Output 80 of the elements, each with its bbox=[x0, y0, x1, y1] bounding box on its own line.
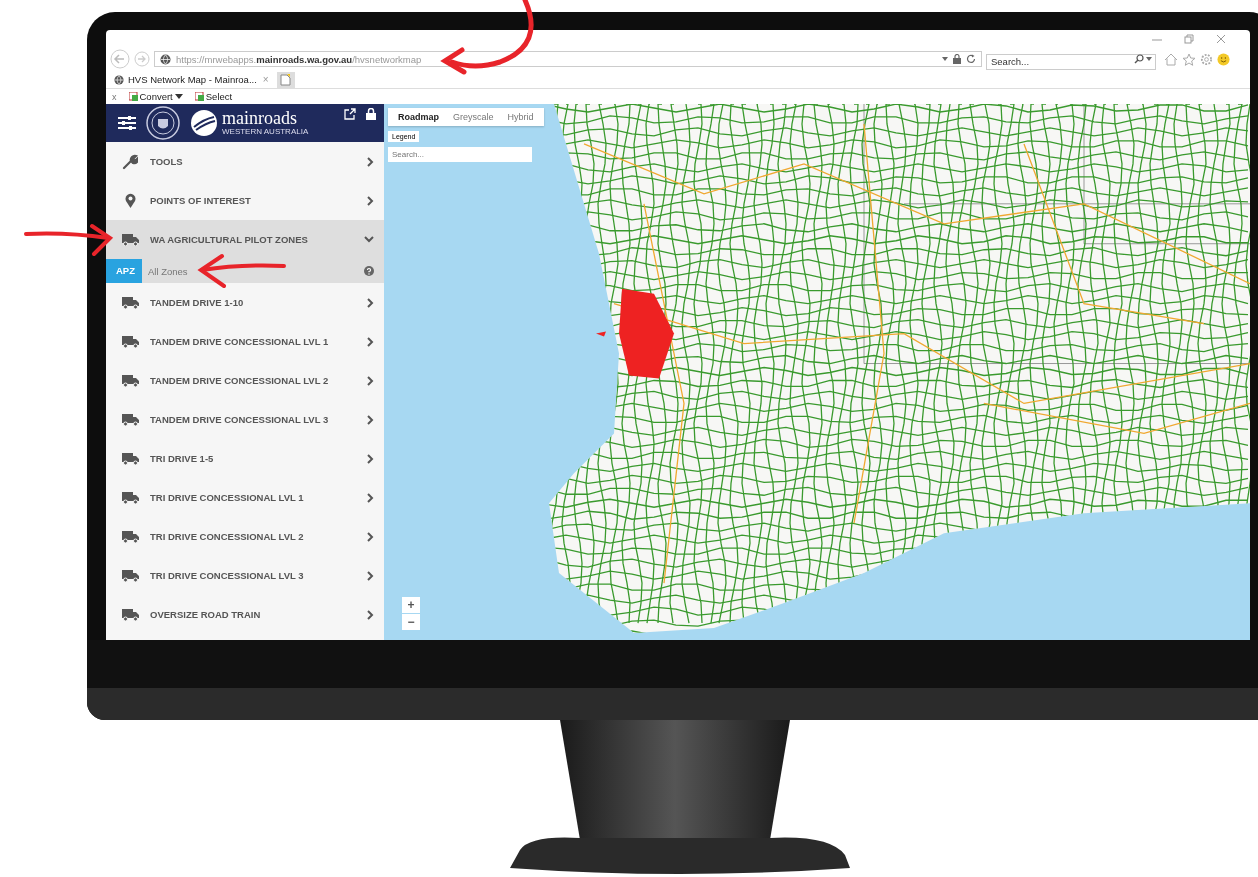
chevron-right-icon bbox=[367, 453, 374, 464]
command-button[interactable]: Convert bbox=[128, 91, 183, 102]
chevron-right-icon bbox=[367, 297, 374, 308]
pin-icon bbox=[124, 193, 136, 208]
map-search-field[interactable]: Search... bbox=[388, 147, 532, 162]
address-bar[interactable]: https://mrwebapps.mainroads.wa.gov.au/hvsnetworkmap bbox=[154, 51, 982, 67]
close-icon[interactable] bbox=[1216, 34, 1226, 44]
truck-icon bbox=[121, 452, 139, 465]
page-icon bbox=[280, 74, 292, 86]
chevron-right-icon bbox=[367, 531, 374, 542]
truck-icon bbox=[121, 233, 139, 246]
help-icon[interactable] bbox=[364, 266, 374, 276]
url-text: https://mrwebapps.mainroads.wa.gov.au/hvsnetworkmap bbox=[176, 53, 422, 65]
crest-icon bbox=[146, 106, 180, 140]
logo-icon bbox=[190, 109, 218, 137]
sidebar-item[interactable]: TANDEM DRIVE CONCESSIONAL LVL 3 bbox=[106, 400, 384, 439]
zone-badge: APZ bbox=[106, 259, 142, 283]
sidebar-item[interactable]: TANDEM DRIVE CONCESSIONAL LVL 1 bbox=[106, 322, 384, 361]
restore-icon[interactable] bbox=[1184, 34, 1194, 44]
home-icon[interactable] bbox=[1164, 52, 1178, 66]
logo-tagline: WESTERN AUSTRALIA bbox=[222, 127, 309, 137]
zoom-button[interactable]: − bbox=[402, 614, 420, 630]
command-button[interactable]: Select bbox=[194, 91, 233, 102]
truck-icon bbox=[121, 608, 139, 621]
truck-icon bbox=[121, 296, 139, 309]
smiley-icon[interactable] bbox=[1217, 52, 1230, 66]
globe-icon bbox=[160, 53, 171, 65]
logo-name: mainroads bbox=[222, 109, 298, 128]
chevron-right-icon bbox=[367, 375, 374, 386]
sidebar-item[interactable]: TRI DRIVE CONCESSIONAL LVL 2 bbox=[106, 517, 384, 556]
sub-item[interactable]: APZ All Zones bbox=[106, 259, 384, 283]
chevron-down-icon bbox=[364, 236, 374, 243]
truck-icon bbox=[121, 413, 139, 426]
sidebar-item[interactable]: TOOLS bbox=[106, 142, 384, 181]
lock-icon bbox=[953, 54, 961, 64]
refresh-icon[interactable] bbox=[966, 54, 976, 64]
map-drawing[interactable] bbox=[384, 104, 1250, 640]
tab-title: HVS Network Map - Mainroa... bbox=[128, 74, 257, 85]
chevron-right-icon bbox=[367, 414, 374, 425]
command-icon bbox=[194, 92, 204, 101]
truck-icon bbox=[121, 530, 139, 543]
sidebar-item[interactable]: POINTS OF INTEREST bbox=[106, 181, 384, 220]
caret-icon[interactable] bbox=[942, 57, 948, 61]
chevron-right-icon bbox=[367, 609, 374, 620]
map-type-tab[interactable]: Hybrid bbox=[501, 108, 540, 126]
sidebar-item[interactable]: TANDEM DRIVE CONCESSIONAL LVL 2 bbox=[106, 361, 384, 400]
external-link-icon[interactable] bbox=[344, 108, 356, 120]
sliders-icon[interactable] bbox=[118, 115, 136, 131]
sidebar-item[interactable]: TRI DRIVE 1-5 bbox=[106, 439, 384, 478]
truck-icon bbox=[121, 491, 139, 504]
settings-icon[interactable] bbox=[1200, 52, 1213, 66]
lock-icon[interactable] bbox=[366, 108, 376, 120]
chevron-right-icon bbox=[367, 156, 374, 167]
sidebar-item[interactable]: TRI DRIVE CONCESSIONAL LVL 1 bbox=[106, 478, 384, 517]
command-icon bbox=[128, 92, 138, 101]
truck-icon bbox=[121, 569, 139, 582]
sidebar-item[interactable]: OVERSIZE ROAD TRAIN bbox=[106, 595, 384, 634]
sidebar-item[interactable]: TRI DRIVE CONCESSIONAL LVL 3 bbox=[106, 556, 384, 595]
search-field[interactable]: Search... bbox=[986, 53, 1156, 70]
chevron-right-icon bbox=[367, 570, 374, 581]
new-tab-button[interactable] bbox=[276, 72, 295, 88]
chevron-right-icon bbox=[367, 195, 374, 206]
wrench-icon bbox=[122, 153, 138, 170]
zoom-button[interactable]: + bbox=[402, 597, 420, 613]
chevron-right-icon bbox=[367, 492, 374, 503]
caret-icon[interactable] bbox=[1146, 57, 1152, 61]
sub-item-label: All Zones bbox=[147, 265, 189, 277]
sidebar-item[interactable]: TANDEM DRIVE 1-10 bbox=[106, 283, 384, 322]
truck-icon bbox=[121, 374, 139, 387]
map-type-tab[interactable]: Greyscale bbox=[447, 108, 500, 126]
star-icon[interactable] bbox=[1182, 52, 1196, 66]
truck-icon bbox=[121, 335, 139, 348]
sidebar-item[interactable]: WA AGRICULTURAL PILOT ZONES bbox=[106, 220, 384, 259]
map-type-tab[interactable]: Roadmap bbox=[392, 108, 445, 126]
chevron-right-icon bbox=[367, 336, 374, 347]
caret-icon bbox=[174, 94, 183, 99]
back-icon[interactable] bbox=[110, 49, 130, 69]
search-icon[interactable] bbox=[1134, 54, 1144, 64]
command-bar-close-button[interactable]: x bbox=[112, 91, 117, 102]
globe-icon bbox=[114, 74, 124, 85]
